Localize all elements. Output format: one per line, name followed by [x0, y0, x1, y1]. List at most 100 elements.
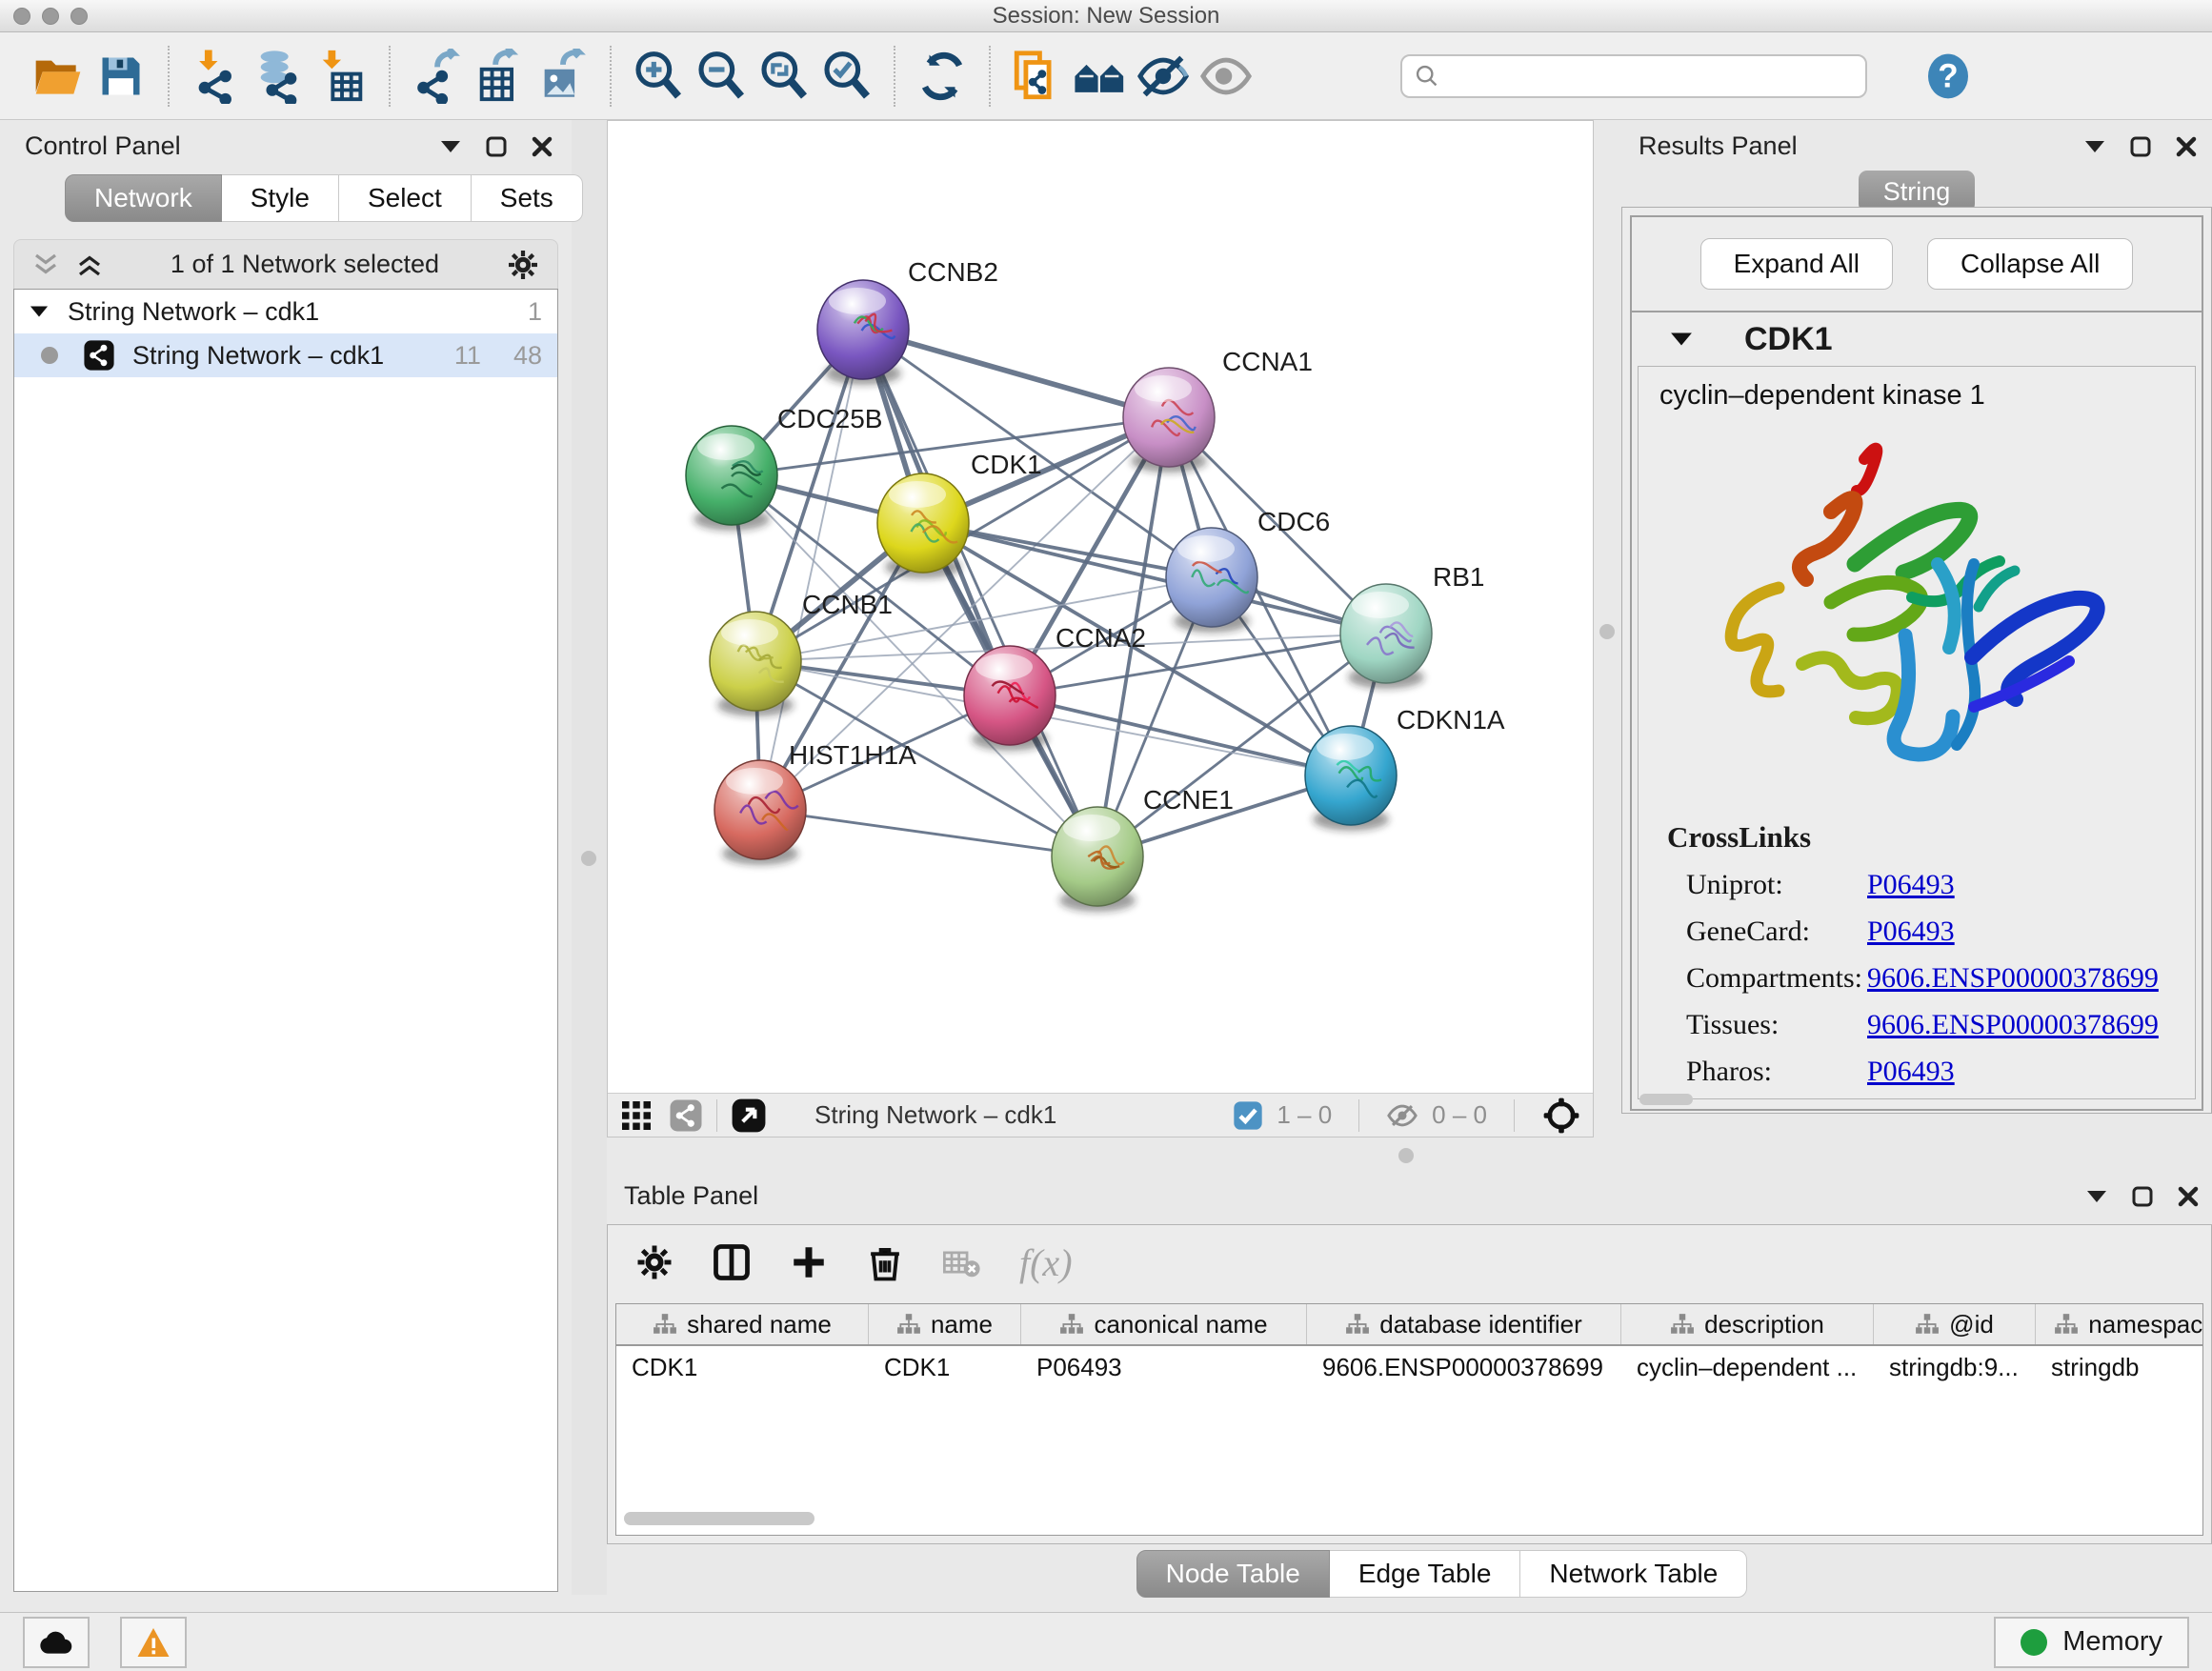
network-canvas[interactable]: CCNB2CCNA1CDC25BCDK1CDC6RB1CCNB1CCNA2CDK… — [608, 121, 1593, 1093]
crosslink-link[interactable]: P06493 — [1867, 916, 1955, 948]
grid-mode-icon[interactable] — [619, 1098, 654, 1133]
network-node-cdk1[interactable] — [877, 473, 969, 578]
gear-icon[interactable] — [506, 248, 540, 282]
import-network-database-button[interactable] — [248, 45, 311, 108]
zoom-fit-button[interactable] — [753, 45, 815, 108]
import-network-file-button[interactable] — [185, 45, 248, 108]
birds-eye-toggle-icon[interactable] — [1541, 1096, 1581, 1136]
memory-status-button[interactable]: Memory — [1994, 1617, 2189, 1668]
warnings-button[interactable] — [120, 1617, 187, 1668]
collapse-all-icon[interactable] — [31, 252, 60, 277]
first-neighbors-button[interactable] — [1069, 45, 1132, 108]
export-network-button[interactable] — [406, 45, 469, 108]
tab-style[interactable]: Style — [222, 174, 339, 222]
column-header--id[interactable]: @id — [1874, 1304, 2036, 1344]
close-panel-icon[interactable] — [2176, 136, 2197, 157]
hide-selected-button[interactable] — [1132, 45, 1195, 108]
tab-network-table[interactable]: Network Table — [1520, 1550, 1747, 1598]
float-panel-icon[interactable] — [486, 136, 507, 157]
crosslink-link[interactable]: 9606.ENSP00000378699 — [1867, 962, 2159, 995]
network-edge[interactable] — [863, 330, 1097, 856]
column-header-database-identifier[interactable]: database identifier — [1307, 1304, 1621, 1344]
column-header-shared-name[interactable]: shared name — [616, 1304, 869, 1344]
float-panel-icon[interactable] — [2130, 136, 2151, 157]
delete-column-icon[interactable] — [865, 1242, 905, 1282]
add-column-icon[interactable] — [789, 1242, 829, 1282]
column-header-name[interactable]: name — [869, 1304, 1021, 1344]
zoom-selected-button[interactable] — [815, 45, 878, 108]
network-collection-row[interactable]: String Network – cdk1 1 — [14, 290, 557, 333]
table-row[interactable]: CDK1CDK1P064939606.ENSP00000378699cyclin… — [616, 1346, 2202, 1388]
expand-all-button[interactable]: Expand All — [1700, 238, 1893, 290]
network-node-ccna2[interactable] — [964, 646, 1056, 751]
help-button[interactable]: ? — [1917, 45, 1980, 108]
expand-all-icon[interactable] — [75, 252, 104, 277]
toolbar-search[interactable] — [1400, 54, 1867, 98]
network-node-hist1h1a[interactable] — [714, 760, 806, 865]
table-hscrollbar-thumb[interactable] — [624, 1512, 814, 1525]
import-table-file-button[interactable] — [311, 45, 373, 108]
tab-network[interactable]: Network — [65, 174, 222, 222]
panel-menu-icon[interactable] — [2086, 1190, 2107, 1203]
network-node-ccne1[interactable] — [1052, 807, 1143, 912]
crosslink-link[interactable]: P06493 — [1867, 1056, 1955, 1088]
node-table[interactable]: shared namenamecanonical namedatabase id… — [615, 1303, 2203, 1536]
network-node-ccna1[interactable] — [1123, 368, 1215, 473]
network-node-rb1[interactable] — [1340, 584, 1432, 689]
table-cell[interactable]: stringdb:9... — [1874, 1346, 2036, 1388]
panel-menu-icon[interactable] — [2084, 140, 2105, 153]
network-node-cdc6[interactable] — [1166, 528, 1257, 633]
float-panel-icon[interactable] — [2132, 1186, 2153, 1207]
collapse-all-button[interactable]: Collapse All — [1927, 238, 2133, 290]
apply-layout-button[interactable] — [911, 45, 974, 108]
crosslink-link[interactable]: 9606.ENSP00000378699 — [1867, 1009, 2159, 1041]
export-image-button[interactable] — [532, 45, 594, 108]
tree-expander-icon[interactable] — [30, 305, 49, 318]
network-node-cdc25b[interactable] — [686, 426, 777, 531]
cloud-status-button[interactable] — [23, 1617, 90, 1668]
network-edge[interactable] — [760, 810, 1097, 856]
crosslink-link[interactable]: P06493 — [1867, 869, 1955, 901]
column-header-namespace[interactable]: namespace — [2036, 1304, 2203, 1344]
tab-node-table[interactable]: Node Table — [1136, 1550, 1330, 1598]
show-all-button[interactable] — [1195, 45, 1257, 108]
network-node-ccnb1[interactable] — [710, 612, 801, 716]
table-cell[interactable]: CDK1 — [616, 1346, 869, 1388]
zoom-in-button[interactable] — [627, 45, 690, 108]
share-view-icon[interactable] — [669, 1098, 703, 1133]
zoom-out-button[interactable] — [690, 45, 753, 108]
close-panel-icon[interactable] — [2178, 1186, 2199, 1207]
table-cell[interactable]: CDK1 — [869, 1346, 1021, 1388]
export-table-button[interactable] — [469, 45, 532, 108]
network-edge[interactable] — [1010, 695, 1351, 775]
open-session-button[interactable] — [27, 45, 90, 108]
table-cell[interactable]: stringdb — [2036, 1346, 2203, 1388]
show-columns-icon[interactable] — [711, 1241, 753, 1283]
column-header-canonical-name[interactable]: canonical name — [1021, 1304, 1307, 1344]
table-gear-icon[interactable] — [634, 1242, 674, 1282]
close-panel-icon[interactable] — [532, 136, 553, 157]
network-edge[interactable] — [863, 330, 1169, 417]
right-splitter-handle[interactable] — [1599, 624, 1615, 639]
tab-select[interactable]: Select — [339, 174, 472, 222]
tab-sets[interactable]: Sets — [472, 174, 583, 222]
network-edge[interactable] — [760, 330, 863, 810]
selected-checkbox-icon[interactable] — [1233, 1100, 1263, 1131]
network-node-cdkn1a[interactable] — [1305, 726, 1397, 831]
collapse-card-icon[interactable] — [1670, 332, 1693, 347]
save-session-button[interactable] — [90, 45, 152, 108]
new-network-from-selection-button[interactable] — [1006, 45, 1069, 108]
table-cell[interactable]: 9606.ENSP00000378699 — [1307, 1346, 1621, 1388]
detach-view-icon[interactable] — [731, 1097, 767, 1134]
panel-menu-icon[interactable] — [440, 140, 461, 153]
results-scrollbar-thumb[interactable] — [1639, 1094, 1693, 1105]
table-cell[interactable]: cyclin–dependent ... — [1621, 1346, 1874, 1388]
network-node-ccnb2[interactable] — [817, 280, 909, 385]
network-row[interactable]: String Network – cdk1 11 48 — [14, 333, 557, 377]
column-header-description[interactable]: description — [1621, 1304, 1874, 1344]
search-input[interactable] — [1440, 63, 1854, 90]
horizontal-splitter-handle[interactable] — [1398, 1148, 1414, 1163]
tab-edge-table[interactable]: Edge Table — [1330, 1550, 1521, 1598]
left-splitter-handle[interactable] — [581, 851, 596, 866]
table-cell[interactable]: P06493 — [1021, 1346, 1307, 1388]
